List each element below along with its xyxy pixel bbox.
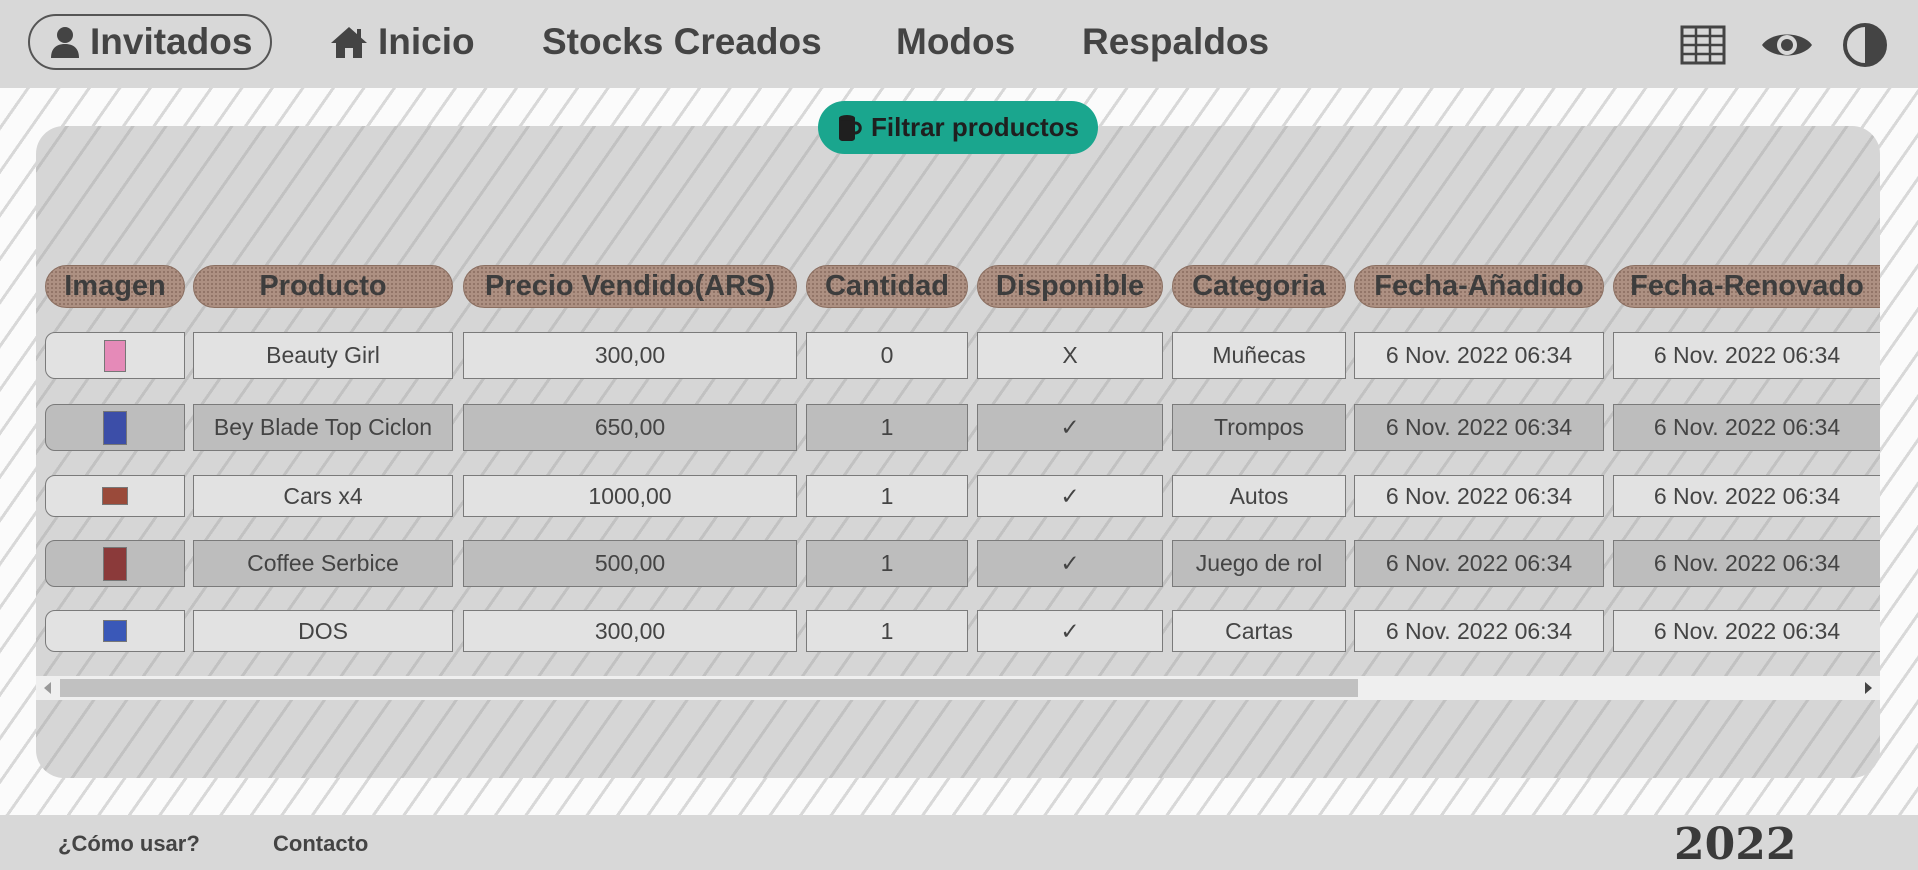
product-cell: Beauty Girl (193, 332, 453, 379)
home-icon (330, 25, 368, 59)
quantity-cell: 1 (806, 540, 968, 587)
product-thumbnail (102, 487, 128, 505)
date-added-cell: 6 Nov. 2022 06:34 (1354, 610, 1604, 652)
product-cell: DOS (193, 610, 453, 652)
date-renewed-cell: 6 Nov. 2022 06:34 (1613, 404, 1880, 451)
column-header-product[interactable]: Producto (193, 265, 453, 308)
quantity-cell: 1 (806, 404, 968, 451)
column-header-quantity[interactable]: Cantidad (806, 265, 968, 308)
date-added-cell: 6 Nov. 2022 06:34 (1354, 540, 1604, 587)
contrast-icon[interactable] (1840, 20, 1890, 70)
nav-home[interactable]: Inicio (330, 0, 475, 84)
nav-modes-label: Modos (896, 21, 1016, 62)
user-icon (50, 26, 80, 58)
eye-icon[interactable] (1758, 20, 1816, 70)
category-cell: Juego de rol (1172, 540, 1346, 587)
nav-home-label: Inicio (378, 21, 475, 62)
column-header-date-added[interactable]: Fecha-Añadido (1354, 265, 1604, 308)
nav-backups[interactable]: Respaldos (1082, 0, 1269, 84)
column-header-category[interactable]: Categoria (1172, 265, 1346, 308)
column-header-image[interactable]: Imagen (45, 265, 185, 308)
header-label: Cantidad (824, 270, 950, 302)
header-label: Fecha-Añadido (1374, 270, 1584, 302)
product-thumbnail (103, 620, 127, 642)
date-renewed-cell: 6 Nov. 2022 06:34 (1613, 610, 1880, 652)
guest-user-button[interactable]: Invitados (28, 14, 273, 70)
product-thumbnail (103, 410, 127, 445)
image-cell (45, 332, 185, 379)
how-to-use-link[interactable]: ¿Cómo usar? (58, 831, 200, 857)
available-cell: ✓ (977, 404, 1163, 451)
nav-modes[interactable]: Modos (896, 0, 1015, 84)
available-cell: ✓ (977, 610, 1163, 652)
product-thumbnail (103, 546, 127, 581)
header-label: Imagen (64, 270, 166, 302)
date-renewed-cell: 6 Nov. 2022 06:34 (1613, 332, 1880, 379)
category-cell: Autos (1172, 475, 1346, 517)
contact-link[interactable]: Contacto (273, 831, 368, 857)
date-renewed-cell: 6 Nov. 2022 06:34 (1613, 475, 1880, 517)
quantity-cell: 0 (806, 332, 968, 379)
nav-stocks-label: Stocks Creados (542, 21, 822, 62)
horizontal-scrollbar[interactable] (36, 676, 1880, 700)
available-cell: ✓ (977, 540, 1163, 587)
header-label: Producto (259, 270, 387, 302)
date-renewed-cell: 6 Nov. 2022 06:34 (1613, 540, 1880, 587)
header-label: Disponible (995, 270, 1145, 302)
available-cell: X (977, 332, 1163, 379)
product-cell: Coffee Serbice (193, 540, 453, 587)
footer: ¿Cómo usar? Contacto 2022 (0, 815, 1918, 870)
price-cell: 500,00 (463, 540, 797, 587)
quantity-cell: 1 (806, 610, 968, 652)
quantity-cell: 1 (806, 475, 968, 517)
price-cell: 650,00 (463, 404, 797, 451)
price-cell: 300,00 (463, 332, 797, 379)
column-header-date-renewed[interactable]: Fecha-Renovado (1613, 265, 1880, 308)
category-cell: Muñecas (1172, 332, 1346, 379)
product-cell: Bey Blade Top Ciclon (193, 404, 453, 451)
date-added-cell: 6 Nov. 2022 06:34 (1354, 475, 1604, 517)
price-cell: 1000,00 (463, 475, 797, 517)
category-cell: Cartas (1172, 610, 1346, 652)
product-thumbnail (104, 339, 126, 372)
mug-icon (837, 114, 863, 142)
image-cell (45, 404, 185, 451)
scroll-left-arrow-icon[interactable] (44, 682, 51, 694)
top-navigation: Invitados Inicio Stocks Creados Modos Re… (0, 0, 1918, 88)
nav-backups-label: Respaldos (1082, 21, 1270, 62)
header-label: Fecha-Renovado (1630, 270, 1864, 302)
filter-products-button[interactable]: Filtrar productos (818, 101, 1098, 154)
nav-stocks-created[interactable]: Stocks Creados (542, 0, 822, 84)
image-cell (45, 475, 185, 517)
date-added-cell: 6 Nov. 2022 06:34 (1354, 332, 1604, 379)
category-cell: Trompos (1172, 404, 1346, 451)
available-cell: ✓ (977, 475, 1163, 517)
column-header-available[interactable]: Disponible (977, 265, 1163, 308)
table-grid-icon[interactable] (1678, 20, 1728, 70)
column-header-price[interactable]: Precio Vendido(ARS) (463, 265, 797, 308)
guest-label: Invitados (90, 21, 253, 62)
image-cell (45, 540, 185, 587)
scrollbar-thumb[interactable] (60, 679, 1358, 697)
product-cell: Cars x4 (193, 475, 453, 517)
image-cell (45, 610, 185, 652)
scroll-right-arrow-icon[interactable] (1865, 682, 1872, 694)
footer-year: 2022 (1674, 819, 1797, 870)
filter-products-label: Filtrar productos (870, 112, 1079, 142)
date-added-cell: 6 Nov. 2022 06:34 (1354, 404, 1604, 451)
header-label: Categoria (1192, 270, 1326, 302)
header-label: Precio Vendido(ARS) (484, 270, 776, 302)
price-cell: 300,00 (463, 610, 797, 652)
